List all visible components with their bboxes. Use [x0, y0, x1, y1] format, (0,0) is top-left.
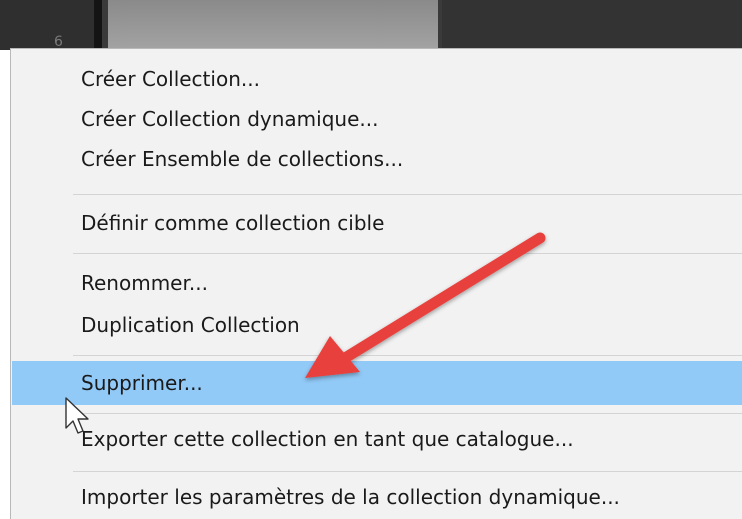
menu-separator	[73, 253, 742, 254]
right-panel	[442, 0, 742, 50]
menu-item-export-as-catalog[interactable]: Exporter cette collection en tant que ca…	[12, 419, 742, 459]
menu-separator	[73, 471, 742, 472]
menu-separator	[73, 194, 742, 195]
thumbnail-preview	[108, 0, 438, 50]
menu-separator	[73, 355, 742, 356]
menu-item-create-collection[interactable]: Créer Collection...	[12, 59, 742, 99]
menu-item-delete[interactable]: Supprimer...	[12, 361, 742, 405]
menu-item-create-smart-collection[interactable]: Créer Collection dynamique...	[12, 99, 742, 139]
menu-item-import-smart-collection-settings[interactable]: Importer les paramètres de la collection…	[12, 477, 742, 517]
menu-item-create-collection-set[interactable]: Créer Ensemble de collections...	[12, 139, 742, 179]
menu-item-set-target-collection[interactable]: Définir comme collection cible	[12, 203, 742, 243]
context-menu: Créer Collection... Créer Collection dyn…	[10, 48, 742, 519]
menu-item-rename[interactable]: Renommer...	[12, 263, 742, 303]
screenshot: 6 Créer Collection... Créer Collection d…	[0, 0, 742, 519]
menu-separator	[73, 413, 742, 414]
left-panel: 6	[0, 0, 94, 50]
panel-divider[interactable]	[94, 0, 102, 50]
menu-item-duplicate-collection[interactable]: Duplication Collection	[12, 305, 742, 345]
app-background: 6	[0, 0, 742, 50]
